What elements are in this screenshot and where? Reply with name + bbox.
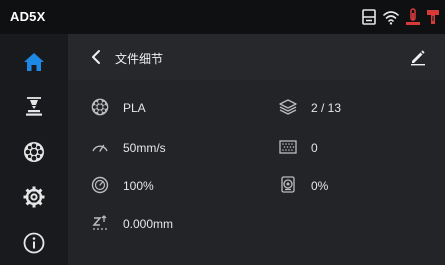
home-icon[interactable] — [22, 50, 46, 74]
status-bar: AD5X — [0, 0, 445, 34]
layers-value: 2 / 13 — [311, 101, 342, 115]
printer-icon — [362, 9, 376, 25]
material-value: PLA — [123, 101, 146, 115]
flow-rate-icon — [91, 176, 109, 194]
z-offset-icon — [92, 215, 107, 230]
filament-spool-icon[interactable] — [22, 140, 46, 164]
file-detail-panel: 文件细节 PLA 50mm/s 100% 0.000mm 2 / 13 0 0% — [68, 34, 445, 265]
fan-value: 0% — [311, 179, 329, 193]
bed-temp-icon — [427, 10, 439, 24]
header: 文件细节 — [68, 34, 445, 80]
flow-value: 100% — [123, 179, 154, 193]
gear-icon[interactable] — [22, 185, 46, 209]
infill-value: 0 — [311, 141, 318, 155]
speed-gauge-icon — [92, 144, 108, 152]
layers-icon — [279, 99, 297, 115]
pencil-icon[interactable] — [409, 48, 427, 66]
wifi-icon — [383, 11, 399, 25]
z-offset-value: 0.000mm — [123, 217, 174, 231]
speed-value: 50mm/s — [123, 141, 166, 155]
sidebar — [0, 34, 68, 265]
info-icon[interactable] — [22, 231, 46, 255]
extruder-temp-icon — [406, 8, 420, 25]
infill-pattern-icon — [279, 140, 297, 154]
brand-label: AD5X — [10, 9, 46, 24]
chevron-left-icon[interactable] — [86, 47, 106, 67]
print-nozzle-icon[interactable] — [22, 94, 46, 118]
page-title: 文件细节 — [115, 52, 164, 66]
fan-icon — [281, 176, 295, 193]
filament-spool-icon — [91, 98, 109, 116]
